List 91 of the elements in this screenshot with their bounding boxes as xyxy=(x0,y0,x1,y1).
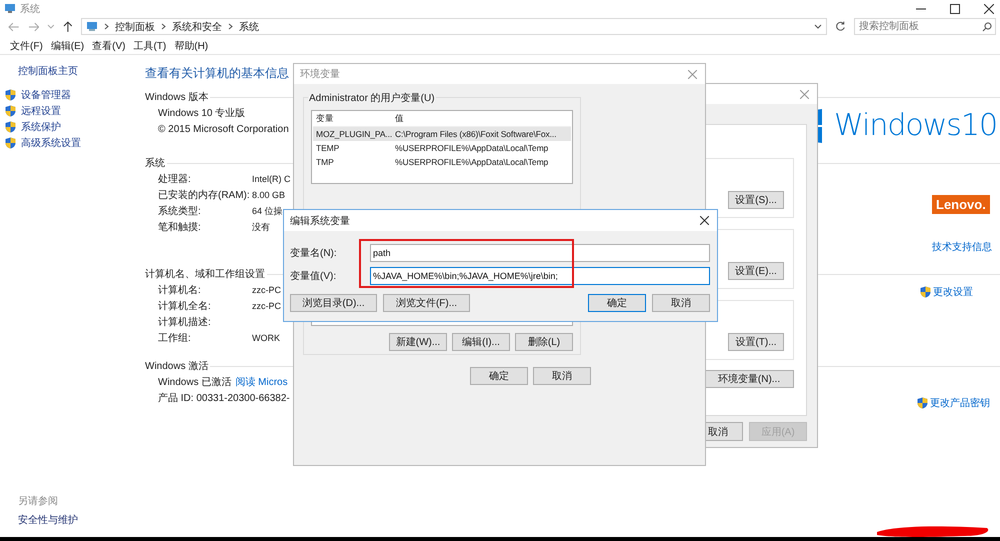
column-header: 变量 xyxy=(315,113,335,125)
license-link[interactable]: 阅读 Micros xyxy=(235,375,288,389)
menu-item[interactable]: 工具(T) xyxy=(133,38,166,52)
settings-link[interactable]: 更改设置 xyxy=(933,285,973,299)
menu-item[interactable]: 文件(F) xyxy=(10,38,43,52)
breadcrumb-item[interactable]: 系统 xyxy=(238,20,259,34)
sidebar-link[interactable]: 系统保护 xyxy=(21,120,61,134)
search-icon xyxy=(982,22,992,32)
list-row[interactable]: MOZ_PLUGIN_PA... C:\Program Files (x86)\Foxit Software\Fox... xyxy=(313,127,571,141)
sidebar-link[interactable]: 高级系统设置 xyxy=(21,136,81,150)
search-field[interactable]: 搜索控制面板 xyxy=(854,18,996,35)
info-text: © 2015 Microsoft Corporation xyxy=(158,124,289,134)
browse-button[interactable]: 浏览目录(D)... xyxy=(290,294,377,312)
input-field[interactable]: %JAVA_HOME%\bin;%JAVA_HOME%\jre\bin; xyxy=(370,267,710,285)
field-value: zzc-PC xyxy=(252,301,281,311)
field-label: 变量名(N): xyxy=(290,246,338,260)
browse-button[interactable]: 浏览文件(F)... xyxy=(383,294,470,312)
window-title: 系统 xyxy=(20,2,40,16)
activation-status: Windows 已激活 xyxy=(158,376,232,389)
chevron-icon xyxy=(228,23,233,30)
field-value: 没有 xyxy=(252,220,270,234)
dialog-title: 环境变量 xyxy=(300,68,340,81)
section-title: Windows 激活 xyxy=(145,360,208,373)
dropdown-caret-icon[interactable] xyxy=(814,24,822,30)
sidebar-link[interactable]: 远程设置 xyxy=(21,104,61,118)
windows-logo-text: Windows10 xyxy=(834,108,998,143)
field-value: Intel(R) C xyxy=(252,174,291,184)
brand-logo: Lenovo. xyxy=(932,195,990,214)
environment-variables-button[interactable]: 环境变量(N)... xyxy=(704,370,794,388)
close-icon[interactable] xyxy=(700,216,709,225)
see-also-heading: 另请参阅 xyxy=(18,494,59,508)
section-title: 计算机名、域和工作组设置 xyxy=(145,268,265,281)
sidebar-link[interactable]: 控制面板主页 xyxy=(18,64,140,78)
sidebar-link[interactable]: 安全性与维护 xyxy=(18,513,140,527)
field-value: zzc-PC xyxy=(252,285,281,295)
shield-icon xyxy=(917,397,928,409)
info-text: 产品 ID: 00331-20300-66382- xyxy=(158,392,290,405)
list-row[interactable]: TEMP %USERPROFILE%\AppData\Local\Temp xyxy=(313,141,571,155)
field-label: 笔和触摸: xyxy=(158,220,202,234)
field-label: 系统类型: xyxy=(158,204,202,218)
close-icon[interactable] xyxy=(984,4,994,14)
field-value: WORK xyxy=(252,333,280,343)
dialog-button[interactable]: 新建(W)... xyxy=(389,333,447,351)
info-text: Windows 10 专业版 xyxy=(158,106,246,120)
breadcrumb-item[interactable]: 系统和安全 xyxy=(172,20,222,34)
shield-icon xyxy=(5,137,16,149)
shield-icon xyxy=(5,105,16,117)
up-arrow-icon[interactable] xyxy=(63,20,73,32)
section-title: Windows 版本 xyxy=(145,90,208,104)
field-label: 计算机全名: xyxy=(158,300,212,313)
cancel-button[interactable]: 取消 xyxy=(652,294,710,312)
ok-button[interactable]: 确定 xyxy=(588,294,646,312)
menu-item[interactable]: 编辑(E) xyxy=(50,38,84,52)
page-heading: 查看有关计算机的基本信息 xyxy=(145,65,289,82)
group-title: Administrator 的用户变量(U) xyxy=(308,91,436,105)
field-label: 已安装的内存(RAM): xyxy=(158,188,248,202)
chevron-icon xyxy=(104,23,109,30)
shield-icon xyxy=(5,121,16,133)
sidebar-link[interactable]: 设备管理器 xyxy=(21,88,71,102)
control-panel-icon xyxy=(86,21,98,32)
field-label: 变量值(V): xyxy=(290,270,338,283)
dialog-button[interactable]: 取消 xyxy=(533,367,591,385)
dialog-button[interactable]: 确定 xyxy=(470,367,528,385)
menu-item[interactable]: 查看(V) xyxy=(92,38,126,52)
dialog-title: 编辑系统变量 xyxy=(290,214,350,228)
shield-icon xyxy=(5,89,16,101)
field-label: 计算机描述: xyxy=(158,316,212,329)
chevron-icon xyxy=(160,23,166,30)
shield-icon xyxy=(920,286,931,298)
column-header: 值 xyxy=(394,113,404,125)
support-link[interactable]: 技术支持信息 xyxy=(932,240,992,254)
refresh-icon[interactable] xyxy=(835,21,846,32)
settings-button[interactable]: 设置(T)... xyxy=(728,333,784,351)
settings-button[interactable]: 设置(S)... xyxy=(728,191,784,209)
field-label: 工作组: xyxy=(158,332,192,345)
field-value: 8.00 GB xyxy=(252,190,286,200)
maximize-icon[interactable] xyxy=(950,4,960,14)
breadcrumb-item[interactable]: 控制面板 xyxy=(114,20,155,34)
address-field[interactable]: 控制面板 系统和安全 系统 xyxy=(80,18,828,35)
menu-item[interactable]: 帮助(H) xyxy=(174,38,208,52)
section-title: 系统 xyxy=(145,156,165,170)
input-field[interactable]: path xyxy=(370,244,710,262)
computer-icon xyxy=(4,3,16,14)
field-label: 计算机名: xyxy=(158,284,202,297)
list-row[interactable]: TMP %USERPROFILE%\AppData\Local\Temp xyxy=(313,155,571,169)
dialog-button[interactable]: 编辑(I)... xyxy=(452,333,510,351)
settings-link[interactable]: 更改产品密钥 xyxy=(930,396,990,410)
field-value: 64 位操 xyxy=(252,204,283,218)
settings-button[interactable]: 设置(E)... xyxy=(728,262,784,280)
field-label: 处理器: xyxy=(158,172,192,186)
dialog-button[interactable]: 删除(L) xyxy=(515,333,573,351)
